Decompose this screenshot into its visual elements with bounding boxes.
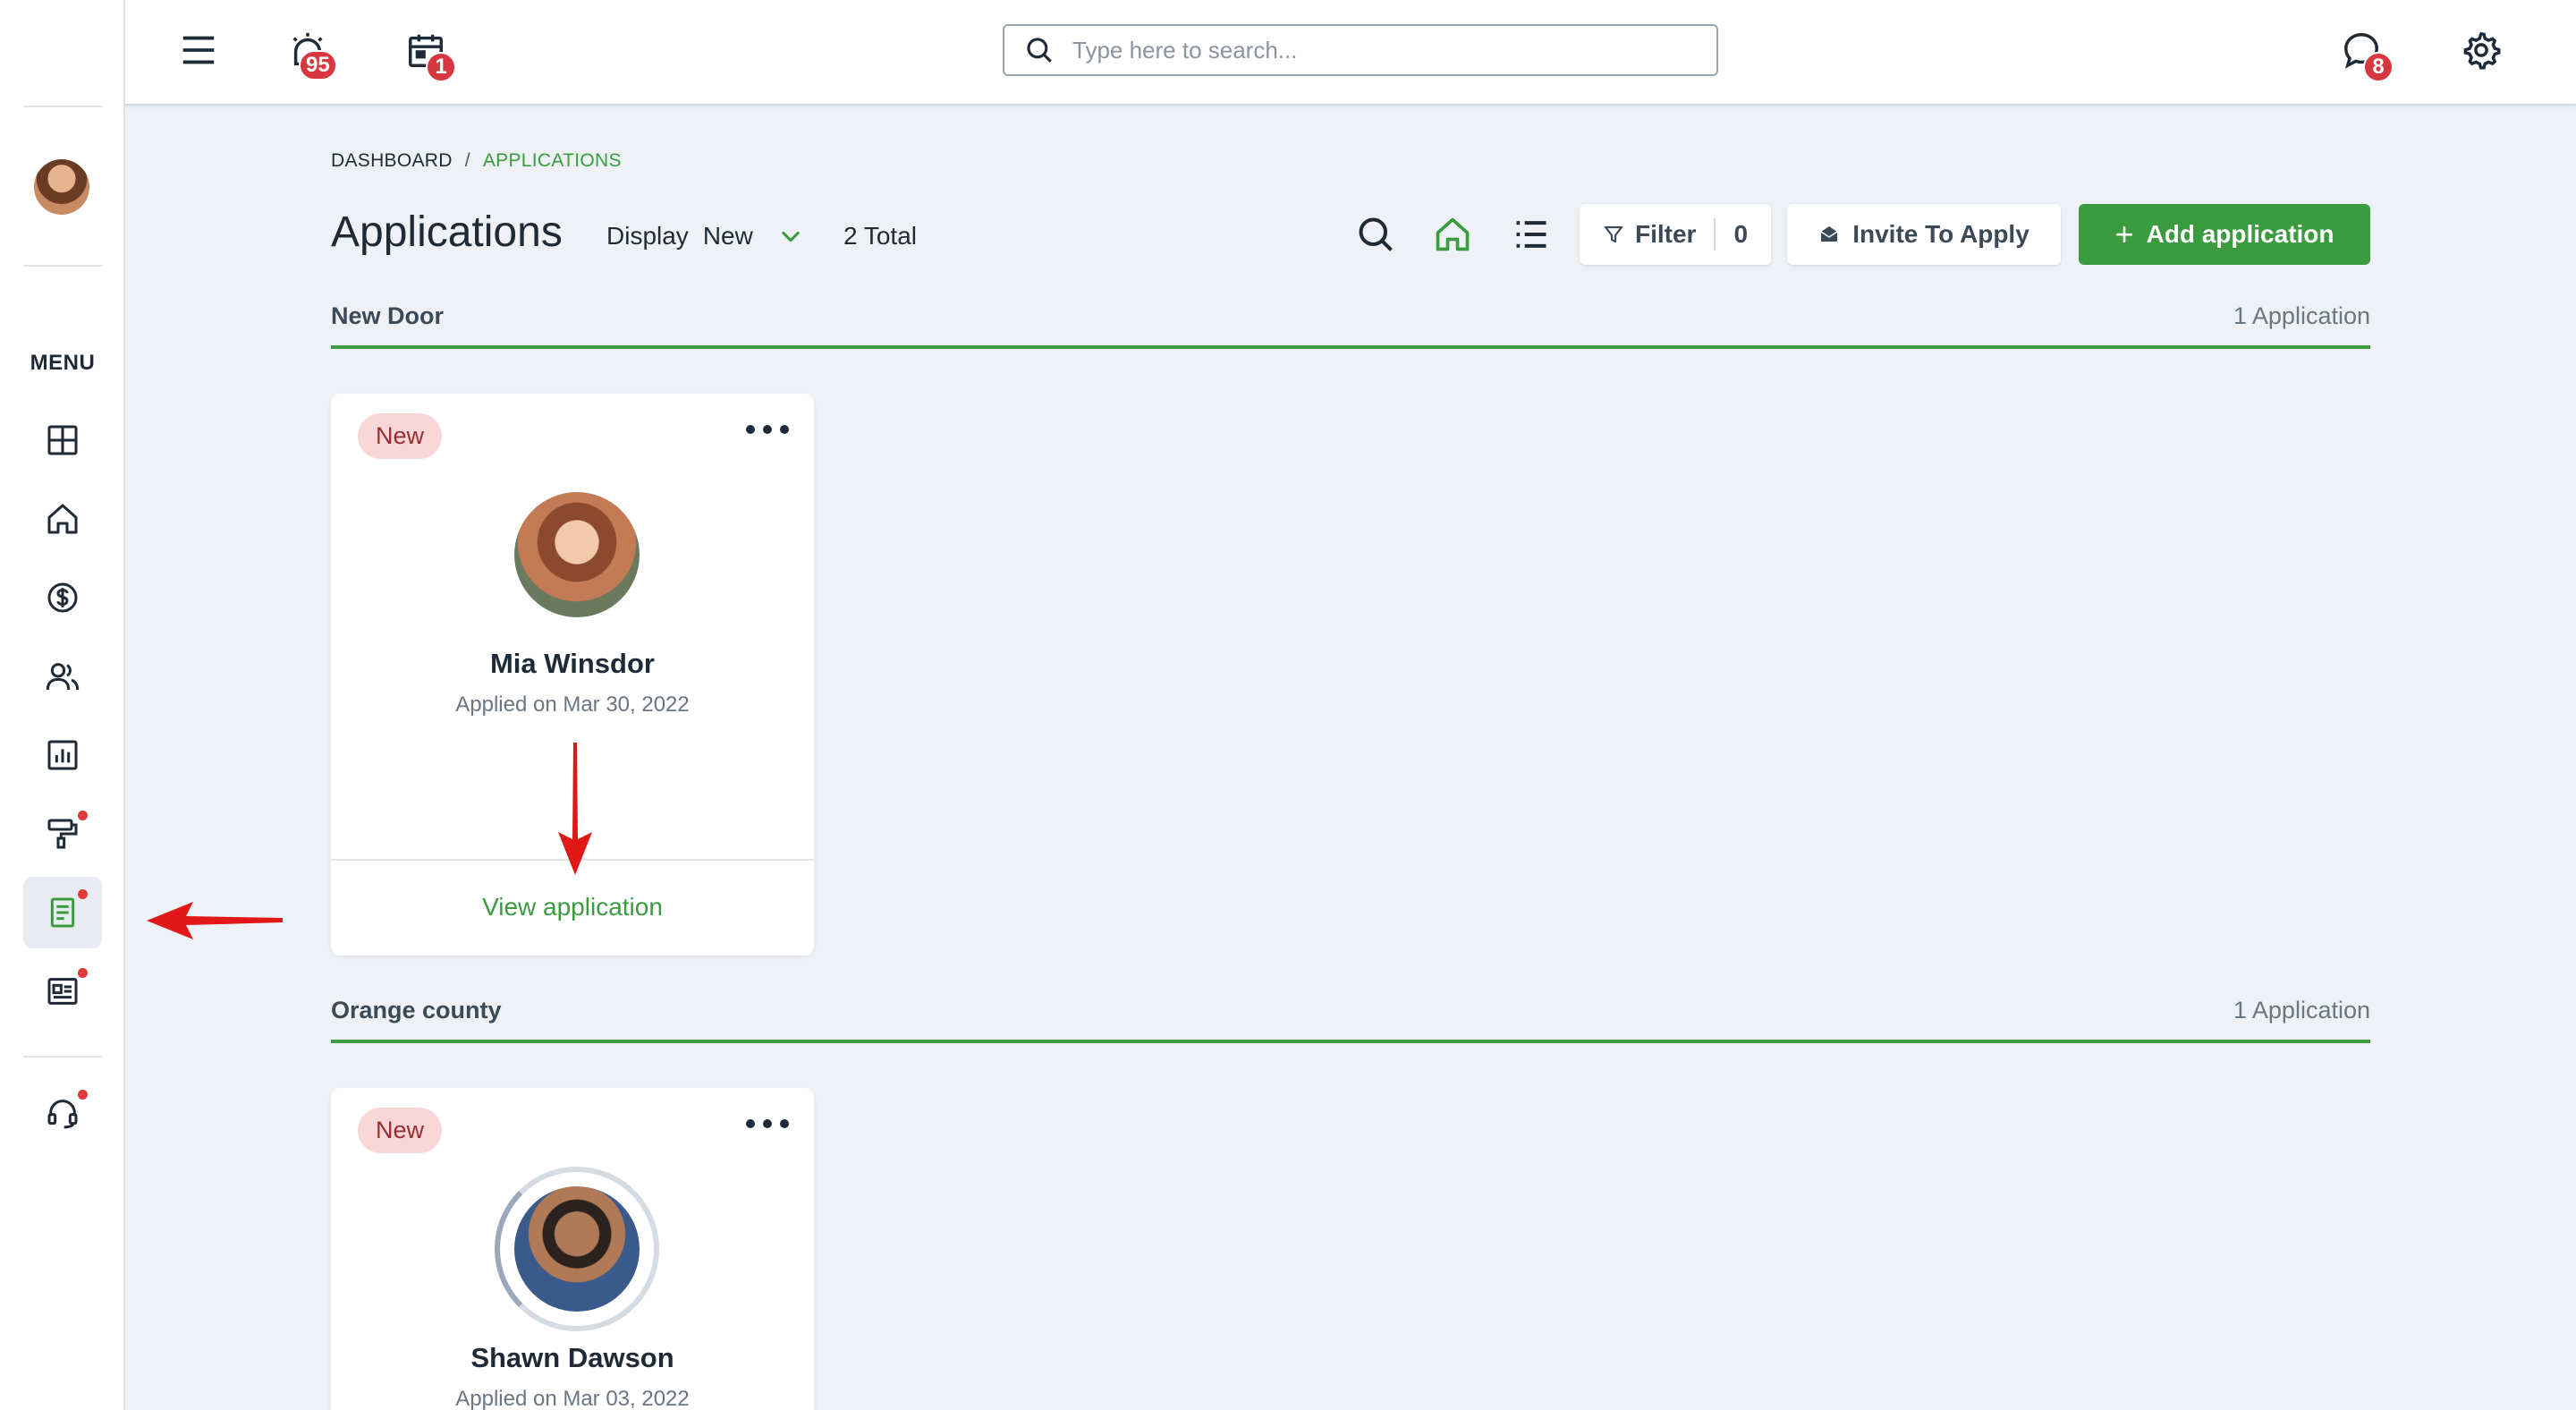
group-header: Orange county 1 Application xyxy=(331,997,2370,1024)
search-icon xyxy=(1359,217,1393,251)
more-icon-dot xyxy=(780,1119,789,1128)
calendar-button[interactable]: 1 xyxy=(401,25,456,82)
dollar-icon xyxy=(47,582,78,613)
hamburger-icon xyxy=(182,36,215,64)
sidebar-item-properties[interactable] xyxy=(23,483,102,555)
list-view-button[interactable] xyxy=(1508,211,1555,258)
plus-icon: + xyxy=(2114,216,2134,252)
group-count: 1 Application xyxy=(2233,997,2370,1024)
group-divider xyxy=(331,1040,2370,1043)
user-avatar[interactable] xyxy=(34,159,89,215)
property-view-button[interactable] xyxy=(1429,211,1476,258)
breadcrumb: DASHBOARD / APPLICATIONS xyxy=(331,150,622,172)
sidebar-item-reports[interactable] xyxy=(23,719,102,791)
applicant-photo xyxy=(514,1186,640,1312)
applied-date: Applied on Mar 03, 2022 xyxy=(455,1387,690,1410)
sidebar-divider xyxy=(23,265,102,267)
home-icon xyxy=(47,504,78,534)
filter-count: 0 xyxy=(1733,220,1749,248)
dashboard-icon xyxy=(47,425,78,455)
invite-to-apply-button[interactable]: Invite To Apply xyxy=(1787,204,2061,265)
more-options-button[interactable] xyxy=(746,422,789,437)
filter-button[interactable]: Filter 0 xyxy=(1580,204,1771,265)
headset-icon xyxy=(47,1100,78,1129)
notification-dot xyxy=(78,811,88,820)
sidebar: MENU xyxy=(0,0,125,1410)
calendar-badge: 1 xyxy=(426,52,456,82)
search-box[interactable] xyxy=(1003,24,1718,76)
notification-dot xyxy=(78,968,88,978)
document-icon xyxy=(50,897,75,928)
view-application-link[interactable]: View application xyxy=(331,893,814,922)
annotation-arrow-left xyxy=(147,902,283,939)
sidebar-item-payments[interactable] xyxy=(23,562,102,633)
sidebar-item-people[interactable] xyxy=(23,641,102,712)
more-icon-dot xyxy=(746,425,755,434)
newspaper-icon xyxy=(47,978,78,1005)
sidebar-item-listings[interactable] xyxy=(23,956,102,1027)
status-badge: New xyxy=(358,1108,443,1153)
alarm-button[interactable]: 95 xyxy=(283,25,337,81)
add-application-label: Add application xyxy=(2146,220,2334,248)
top-bar: 95 1 8 xyxy=(125,0,2576,106)
people-icon xyxy=(46,663,80,691)
group-name: New Door xyxy=(331,302,445,329)
more-icon-dot xyxy=(746,1119,755,1128)
applied-date: Applied on Mar 30, 2022 xyxy=(455,692,690,717)
chat-badge: 8 xyxy=(2363,52,2394,82)
total-count: 2 Total xyxy=(843,222,917,250)
display-value: New xyxy=(702,222,753,250)
page-title: Applications xyxy=(331,208,563,256)
applicant-photo xyxy=(514,492,640,617)
group-name: Orange county xyxy=(331,997,502,1024)
invite-label: Invite To Apply xyxy=(1852,220,2029,248)
sidebar-item-support[interactable] xyxy=(23,1077,102,1149)
status-badge: New xyxy=(358,413,443,459)
more-options-button[interactable] xyxy=(746,1117,789,1131)
breadcrumb-root[interactable]: DASHBOARD xyxy=(331,150,453,171)
search-icon xyxy=(1027,38,1052,63)
search-input[interactable] xyxy=(1072,36,1681,64)
notification-dot xyxy=(78,1090,88,1100)
breadcrumb-current: APPLICATIONS xyxy=(482,150,622,171)
more-icon-dot xyxy=(763,425,772,434)
applicant-name: Mia Winsdor xyxy=(489,648,655,679)
list-icon xyxy=(1516,221,1546,248)
more-icon-dot xyxy=(763,1119,772,1128)
add-application-button[interactable]: + Add application xyxy=(2079,204,2370,265)
sidebar-divider xyxy=(23,106,102,107)
chat-button[interactable]: 8 xyxy=(2336,25,2394,82)
more-icon-dot xyxy=(780,425,789,434)
application-card[interactable]: New Shawn Dawson Applied on Mar 03, 2022 xyxy=(331,1088,814,1410)
sidebar-item-applications[interactable] xyxy=(23,877,102,948)
search-toggle-button[interactable] xyxy=(1352,211,1399,258)
envelope-icon xyxy=(1820,226,1838,242)
group-header: New Door 1 Application xyxy=(331,302,2370,329)
annotation-arrow-down xyxy=(558,743,592,875)
breadcrumb-separator: / xyxy=(464,150,470,171)
filter-label: Filter xyxy=(1635,220,1697,248)
menu-label: MENU xyxy=(30,351,96,375)
display-selector[interactable]: Display New xyxy=(606,222,803,251)
group-count: 1 Application xyxy=(2233,302,2370,329)
filter-divider xyxy=(1714,218,1716,251)
gear-icon xyxy=(2463,31,2501,70)
hamburger-menu-button[interactable] xyxy=(174,25,224,75)
applicant-name: Shawn Dawson xyxy=(470,1342,674,1373)
sidebar-item-dashboard[interactable] xyxy=(23,404,102,476)
alarm-badge: 95 xyxy=(299,50,337,81)
display-label: Display xyxy=(606,222,689,250)
settings-button[interactable] xyxy=(2456,25,2506,75)
paint-roller-icon xyxy=(47,819,78,849)
sidebar-item-maintenance[interactable] xyxy=(23,798,102,870)
sidebar-divider xyxy=(23,1056,102,1058)
chevron-down-icon xyxy=(782,231,800,242)
home-icon xyxy=(1436,217,1470,251)
notification-dot xyxy=(78,889,88,899)
group-divider xyxy=(331,345,2370,349)
filter-icon xyxy=(1604,225,1623,243)
chart-icon xyxy=(47,740,78,770)
